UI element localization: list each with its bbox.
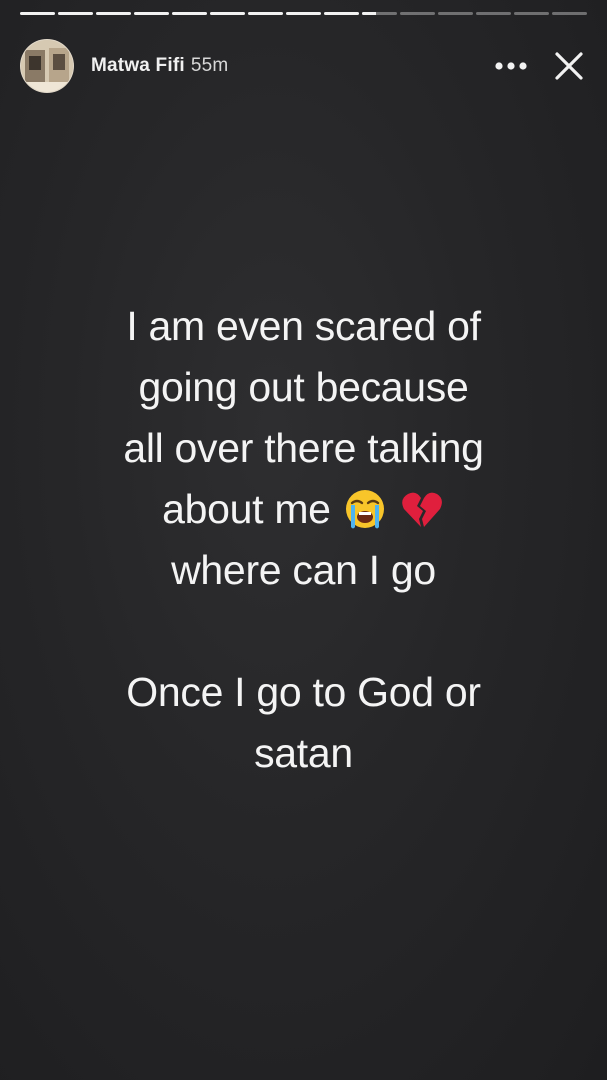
progress-segment: [438, 12, 473, 15]
story-text-line: going out because: [138, 364, 469, 410]
progress-segment-fill: [324, 12, 359, 15]
broken-heart-emoji: [402, 492, 442, 527]
loudly-crying-face-emoji: [345, 490, 384, 529]
progress-segment: [134, 12, 169, 15]
progress-segment: [400, 12, 435, 15]
progress-segment: [20, 12, 55, 15]
progress-segment: [324, 12, 359, 15]
avatar[interactable]: [20, 39, 74, 93]
progress-segment-fill: [96, 12, 131, 15]
more-options-button[interactable]: [491, 46, 531, 86]
progress-segment: [58, 12, 93, 15]
story-text-line: all over there talking: [123, 425, 484, 471]
story-progress-bar: [20, 12, 587, 15]
close-button[interactable]: [549, 46, 589, 86]
story-text-line: about me: [162, 486, 331, 532]
progress-segment-fill: [248, 12, 283, 15]
progress-segment: [248, 12, 283, 15]
progress-segment-fill: [134, 12, 169, 15]
story-text: I am even scared of going out because al…: [0, 296, 607, 784]
close-icon: [555, 52, 583, 80]
progress-segment-fill: [362, 12, 376, 15]
progress-segment: [514, 12, 549, 15]
progress-segment: [552, 12, 587, 15]
progress-segment-fill: [210, 12, 245, 15]
progress-segment-fill: [20, 12, 55, 15]
progress-segment: [210, 12, 245, 15]
progress-segment: [286, 12, 321, 15]
progress-segment-fill: [58, 12, 93, 15]
story-text-line-with-emoji: about me: [0, 479, 607, 540]
progress-segment-fill: [172, 12, 207, 15]
author-info[interactable]: Matwa Fifi 55m: [91, 55, 228, 77]
story-text-line: I am even scared of: [126, 303, 481, 349]
progress-segment: [476, 12, 511, 15]
progress-segment: [362, 12, 397, 15]
post-time: 55m: [190, 55, 229, 76]
story-header: Matwa Fifi 55m: [20, 38, 589, 94]
story-text-line: satan: [254, 730, 353, 776]
progress-segment: [96, 12, 131, 15]
story-text-line: Once I go to God or: [126, 669, 481, 715]
story-viewer[interactable]: Matwa Fifi 55m I am even scared of going…: [0, 0, 607, 1080]
author-name[interactable]: Matwa Fifi: [91, 55, 185, 77]
progress-segment-fill: [286, 12, 321, 15]
more-horizontal-icon: [495, 62, 527, 70]
avatar-photo: [21, 40, 73, 92]
story-text-line: where can I go: [171, 547, 436, 593]
progress-segment: [172, 12, 207, 15]
